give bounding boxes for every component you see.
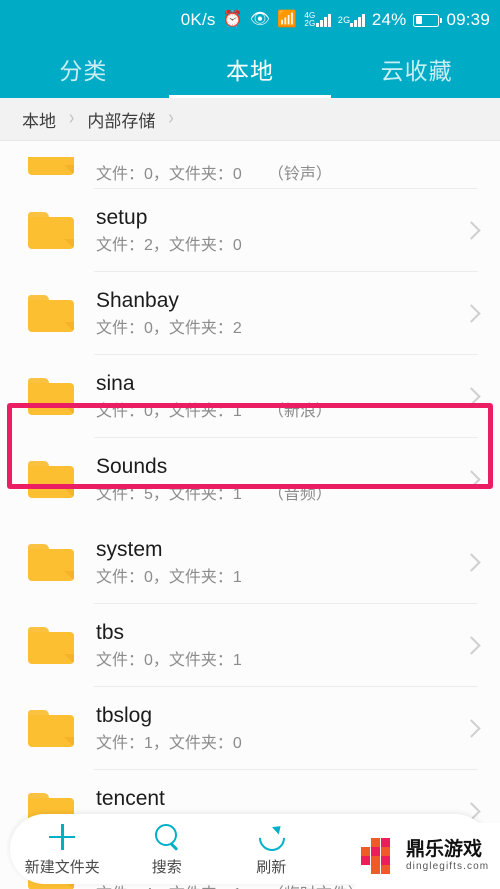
plus-icon (47, 822, 77, 852)
folder-list[interactable]: Ringtones 文件：0，文件夹：0 （铃声） setup 文件：2，文件夹… (0, 141, 500, 889)
chevron-right-icon (460, 220, 482, 242)
list-item[interactable]: tbslog 文件：1，文件夹：0 (0, 687, 500, 770)
folder-icon (28, 627, 74, 664)
breadcrumb-item-internal-storage[interactable]: 内部存储 (87, 107, 155, 132)
watermark-squares-icon (361, 838, 401, 874)
folder-icon (28, 212, 74, 249)
list-item-title: sina (96, 371, 135, 395)
folder-icon (28, 378, 74, 415)
breadcrumb-item-local[interactable]: 本地 (22, 107, 56, 132)
folder-icon (28, 544, 74, 581)
refresh-button[interactable]: 刷新 (219, 822, 324, 877)
chevron-right-icon (460, 635, 482, 657)
search-label: 搜索 (151, 858, 182, 876)
clock-time: 09:39 (446, 10, 490, 29)
list-item-counts: 文件：0，文件夹：1 (96, 402, 242, 420)
refresh-icon (256, 822, 286, 852)
folder-icon (28, 710, 74, 747)
list-item-counts: 文件：0，文件夹：1 (96, 651, 242, 669)
list-item[interactable]: sina 文件：0，文件夹：1 （新浪） (0, 355, 500, 438)
file-manager-screen: 0K/s ⏰ 👁 📶 4G 2G 2G 24% 09:39 分类 本地 云收藏 … (0, 0, 500, 889)
watermark-logo: 鼎乐游戏 dinglegifts.com (355, 823, 500, 889)
folder-icon (28, 461, 74, 498)
list-item-counts: 文件：0，文件夹：1 (96, 568, 242, 586)
status-bar: 0K/s ⏰ 👁 📶 4G 2G 2G 24% 09:39 (0, 0, 500, 40)
list-item[interactable]: setup 文件：2，文件夹：0 (0, 189, 500, 272)
list-item[interactable]: Ringtones 文件：0，文件夹：0 （铃声） (0, 141, 500, 189)
sim1-network-type-bottom: 2G (304, 19, 316, 28)
network-speed-indicator: 0K/s (180, 10, 216, 29)
list-item[interactable]: Shanbay 文件：0，文件夹：2 (0, 272, 500, 355)
battery-icon (413, 13, 443, 27)
list-item-title: tbslog (96, 703, 153, 727)
chevron-right-icon: › (168, 107, 174, 129)
list-item-alias: （音频） (267, 485, 332, 503)
watermark-name: 鼎乐游戏 (406, 839, 483, 860)
list-item-counts: 文件：5，文件夹：1 (96, 485, 242, 503)
sim2-network-type: 2G (337, 15, 351, 25)
top-tab-bar: 分类 本地 云收藏 (0, 40, 500, 98)
wifi-icon: 📶 (277, 11, 298, 28)
list-item-counts: 文件：0，文件夹：0 (96, 166, 242, 183)
battery-percent: 24% (371, 10, 407, 29)
new-folder-label: 新建文件夹 (24, 858, 100, 876)
new-folder-button[interactable]: 新建文件夹 (10, 822, 115, 877)
list-item[interactable]: system 文件：0，文件夹：1 (0, 521, 500, 604)
list-item-title: Sounds (96, 454, 168, 478)
list-item-sounds[interactable]: Sounds 文件：5，文件夹：1 （音频） (0, 438, 500, 521)
active-tab-indicator (169, 95, 331, 98)
list-item-counts: 文件：2，文件夹：0 (96, 236, 242, 254)
list-item-title: Shanbay (96, 288, 179, 312)
chevron-right-icon (460, 552, 482, 574)
list-item-title: setup (96, 205, 148, 229)
list-item-counts: 文件：1，文件夹：0 (96, 734, 242, 752)
chevron-right-icon (460, 718, 482, 740)
list-item-title: tencent (96, 786, 165, 810)
chevron-right-icon: › (69, 107, 75, 129)
search-icon (152, 822, 182, 852)
sim1-signal-icon: 4G 2G (304, 12, 331, 28)
breadcrumb: 本地 › 内部存储 › (0, 98, 500, 141)
tab-cloud-favorites[interactable]: 云收藏 (333, 52, 500, 86)
list-item-title: tbs (96, 620, 125, 644)
watermark-site: dinglegifts.com (406, 861, 490, 872)
folder-icon (28, 157, 74, 175)
eye-care-icon: 👁 (249, 11, 271, 28)
list-item-counts: 文件：0，文件夹：2 (96, 319, 242, 337)
list-item-alias: （新浪） (267, 402, 332, 420)
list-item-alias: （铃声） (267, 166, 332, 183)
chevron-right-icon (460, 386, 482, 408)
list-item-title: system (96, 537, 163, 561)
refresh-label: 刷新 (256, 858, 287, 876)
sim2-signal-icon: 2G (338, 13, 365, 27)
chevron-right-icon (460, 303, 482, 325)
tab-category[interactable]: 分类 (0, 52, 167, 86)
chevron-right-icon (460, 469, 482, 491)
tab-local[interactable]: 本地 (167, 52, 334, 86)
folder-icon (28, 295, 74, 332)
list-item[interactable]: tbs 文件：0，文件夹：1 (0, 604, 500, 687)
alarm-clock-icon: ⏰ (222, 11, 243, 28)
search-button[interactable]: 搜索 (115, 822, 220, 877)
